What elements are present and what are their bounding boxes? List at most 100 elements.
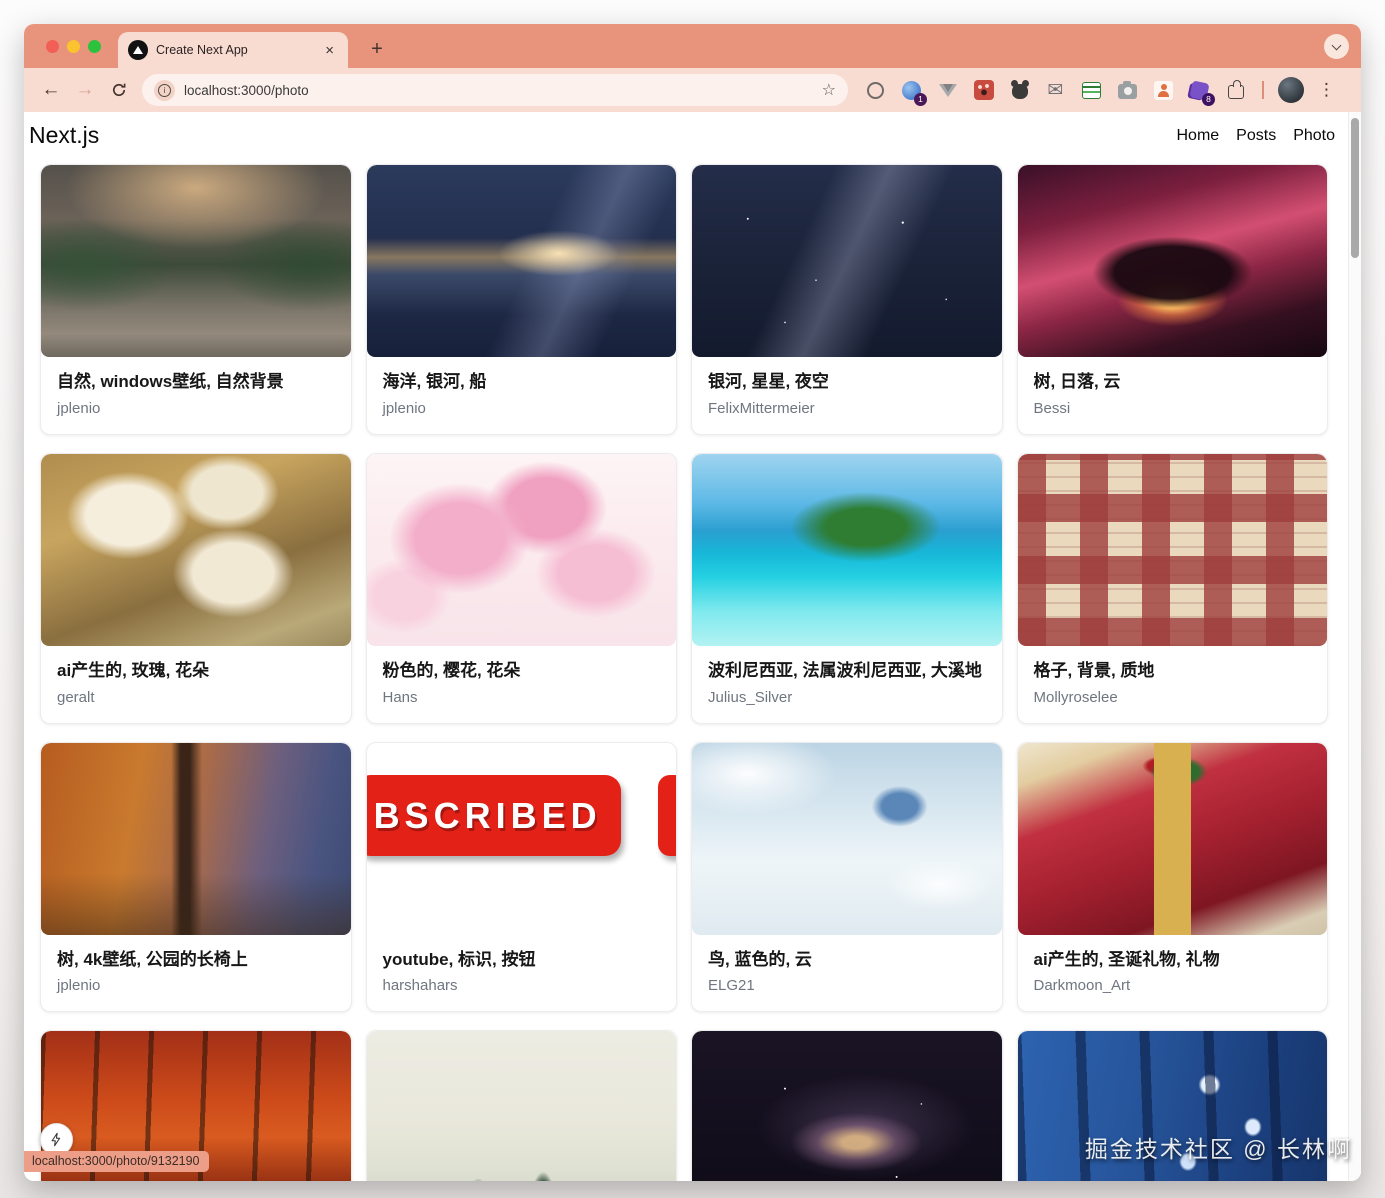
photo-card[interactable]: [691, 1030, 1003, 1181]
timer-extension-icon[interactable]: [862, 77, 889, 104]
photo-image[interactable]: [41, 165, 351, 357]
link-status-bar: localhost:3000/photo/9132190: [24, 1151, 209, 1172]
photo-card-body: youtube, 标识, 按钮 harshahars: [367, 935, 677, 1012]
globe-extension-icon[interactable]: 1: [898, 77, 927, 106]
photo-title: 格子, 背景, 质地: [1033, 660, 1155, 680]
main-nav: Home Posts Photo: [1176, 127, 1335, 145]
subscribed-banner: BSCRIBED: [366, 775, 621, 856]
photo-image[interactable]: [692, 453, 1002, 646]
zoom-window-button[interactable]: [88, 40, 101, 53]
photo-title: youtube, 标识, 按钮: [382, 949, 536, 969]
bookmark-star-icon[interactable]: ☆: [822, 80, 836, 100]
photo-card-body: 鸟, 蓝色的, 云 ELG21: [692, 935, 1002, 1012]
tab-close-icon[interactable]: ×: [321, 41, 338, 60]
photo-card[interactable]: 格子, 背景, 质地 Mollyroselee: [1016, 452, 1328, 724]
photo-grid: 自然, windows壁纸, 自然背景 jplenio 海洋, 银河, 船 jp…: [24, 157, 1361, 1181]
photo-image[interactable]: [1017, 453, 1327, 646]
photo-author: Darkmoon_Art: [1033, 977, 1131, 995]
photo-card[interactable]: [365, 1030, 677, 1181]
photo-card[interactable]: 树, 日落, 云 Bessi: [1016, 164, 1328, 435]
site-brand[interactable]: Next.js: [29, 122, 99, 149]
photo-card-body: 树, 4k壁纸, 公园的长椅上 jplenio: [41, 935, 351, 1012]
photo-author: FelixMittermeier: [708, 399, 815, 417]
photo-card[interactable]: 树, 4k壁纸, 公园的长椅上 jplenio: [40, 741, 352, 1013]
photo-author: ELG21: [708, 977, 755, 995]
tab-strip: Create Next App × +: [24, 24, 1361, 68]
page-scrollbar[interactable]: [1348, 112, 1361, 1181]
scrollbar-thumb[interactable]: [1351, 118, 1359, 258]
photo-card[interactable]: BSCRIBED youtube, 标识, 按钮 harshahars: [365, 741, 677, 1013]
minimize-window-button[interactable]: [67, 40, 80, 53]
purple-extension-badge: 8: [1202, 92, 1215, 106]
photo-card-body: 海洋, 银河, 船 jplenio: [367, 357, 677, 434]
photo-card-body: 银河, 星星, 夜空 FelixMittermeier: [692, 357, 1002, 434]
photo-image[interactable]: [692, 1031, 1002, 1181]
vue-devtools-icon[interactable]: [934, 77, 961, 104]
site-info-icon[interactable]: [154, 79, 175, 101]
photo-image[interactable]: [692, 742, 1002, 935]
photo-author: Hans: [382, 688, 418, 706]
photo-card[interactable]: 粉色的, 樱花, 花朵 Hans: [365, 452, 677, 724]
photo-image[interactable]: [41, 453, 351, 646]
reload-button[interactable]: [102, 73, 136, 107]
tab-title: Create Next App: [156, 43, 248, 57]
photo-card[interactable]: 波利尼西亚, 法属波利尼西亚, 大溪地 Julius_Silver: [691, 452, 1003, 724]
photo-card[interactable]: 鸟, 蓝色的, 云 ELG21: [691, 741, 1003, 1013]
photo-card-body: ai产生的, 玫瑰, 花朵 geralt: [41, 646, 351, 723]
photo-card[interactable]: ai产生的, 圣诞礼物, 礼物 Darkmoon_Art: [1016, 741, 1328, 1013]
address-bar[interactable]: localhost:3000/photo ☆: [142, 74, 848, 106]
photo-author: Bessi: [1033, 399, 1071, 417]
photo-card[interactable]: 银河, 星星, 夜空 FelixMittermeier: [691, 164, 1003, 435]
window-controls: [46, 40, 101, 53]
coupon-extension-icon[interactable]: [1078, 77, 1105, 104]
browser-tab[interactable]: Create Next App ×: [118, 32, 348, 68]
photo-card[interactable]: 海洋, 银河, 船 jplenio: [365, 164, 677, 435]
url-text[interactable]: localhost:3000/photo: [184, 83, 813, 98]
photo-title: 粉色的, 樱花, 花朵: [382, 660, 521, 680]
nav-link-home[interactable]: Home: [1176, 127, 1219, 145]
photo-author: jplenio: [382, 399, 426, 417]
back-button[interactable]: ←: [34, 73, 68, 107]
profile-avatar[interactable]: [1277, 77, 1304, 104]
photo-image[interactable]: [366, 1031, 676, 1181]
photo-card-body: 粉色的, 樱花, 花朵 Hans: [367, 646, 677, 723]
lightning-icon: [51, 1132, 61, 1147]
chevron-down-icon: [1331, 40, 1342, 50]
photo-title: 海洋, 银河, 船: [382, 372, 487, 391]
forward-button[interactable]: →: [68, 73, 102, 107]
photo-author: Mollyroselee: [1033, 688, 1118, 706]
photo-card[interactable]: 自然, windows壁纸, 自然背景 jplenio: [40, 164, 352, 435]
person-extension-icon[interactable]: [1150, 77, 1177, 104]
desktop-background: Create Next App × + ← → localhost:3000/p…: [0, 0, 1385, 1198]
new-tab-button[interactable]: +: [364, 36, 390, 62]
close-window-button[interactable]: [46, 40, 59, 53]
page-viewport: Next.js Home Posts Photo 自然, windows壁纸, …: [24, 112, 1361, 1181]
photo-author: geralt: [57, 688, 95, 706]
photo-image[interactable]: [41, 742, 351, 935]
photo-image[interactable]: [1017, 742, 1327, 935]
red-extension-icon[interactable]: [970, 77, 997, 104]
mail-extension-icon[interactable]: ✉: [1042, 77, 1069, 104]
browser-menu-icon[interactable]: ⋮: [1313, 77, 1340, 104]
browser-toolbar: ← → localhost:3000/photo ☆ 1 ✉: [24, 68, 1361, 112]
photo-image[interactable]: [366, 165, 676, 357]
extensions-row: 1 ✉ 8 ⋮: [862, 77, 1340, 106]
extensions-puzzle-icon[interactable]: [1222, 77, 1249, 104]
nav-link-posts[interactable]: Posts: [1236, 127, 1276, 145]
photo-title: 波利尼西亚, 法属波利尼西亚, 大溪地: [708, 660, 982, 680]
photo-image[interactable]: [366, 453, 676, 646]
globe-extension-badge: 1: [914, 92, 927, 106]
purple-extension-icon[interactable]: 8: [1186, 77, 1215, 106]
photo-title: 鸟, 蓝色的, 云: [708, 949, 812, 969]
tab-search-button[interactable]: [1324, 34, 1349, 59]
photo-image[interactable]: [1017, 165, 1327, 357]
photo-title: 树, 日落, 云: [1033, 372, 1121, 391]
photo-title: ai产生的, 玫瑰, 花朵: [57, 660, 210, 680]
photo-card[interactable]: ai产生的, 玫瑰, 花朵 geralt: [40, 452, 352, 724]
screenshot-extension-icon[interactable]: [1114, 77, 1141, 104]
nav-link-photo[interactable]: Photo: [1293, 127, 1335, 145]
photo-card-body: 自然, windows壁纸, 自然背景 jplenio: [41, 357, 351, 434]
photo-image[interactable]: [692, 165, 1002, 357]
photo-image[interactable]: BSCRIBED: [366, 742, 676, 935]
bear-extension-icon[interactable]: [1006, 77, 1033, 104]
